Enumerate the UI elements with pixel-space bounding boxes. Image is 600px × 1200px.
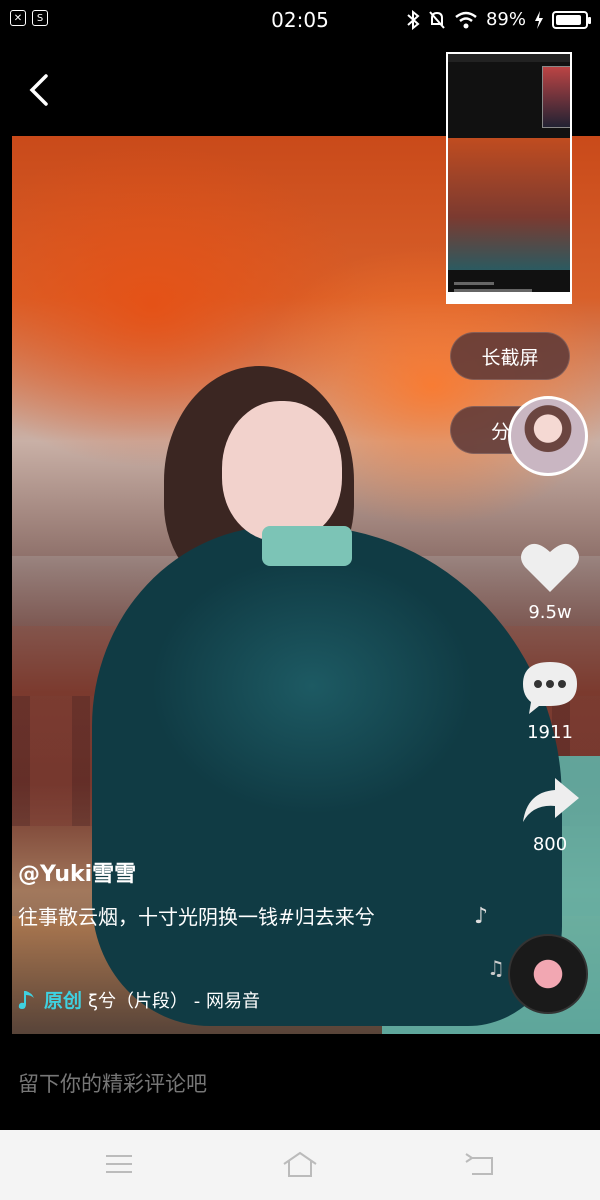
share-arrow-icon xyxy=(523,778,579,822)
comment-button[interactable]: 1911 xyxy=(512,660,588,743)
video-description: 往事散云烟，十寸光阴换一钱#归去来兮 xyxy=(18,905,375,929)
thumb-image xyxy=(448,138,570,270)
floating-note-icon: ♪ xyxy=(474,904,489,929)
thumb-bottom xyxy=(448,292,570,302)
like-count: 9.5w xyxy=(528,602,572,623)
back-icon[interactable] xyxy=(462,1150,502,1180)
share-count: 800 xyxy=(532,834,568,855)
thumb-inner-preview xyxy=(542,66,570,128)
comment-count: 1911 xyxy=(527,722,573,743)
author-avatar[interactable] xyxy=(508,396,588,476)
music-title: ξ兮（片段） - 网易音 xyxy=(88,990,260,1012)
mute-icon xyxy=(429,10,445,29)
battery-icon xyxy=(552,10,591,29)
battery-percent: 89% xyxy=(485,9,526,30)
thumb-status xyxy=(448,54,570,62)
music-info[interactable]: 原创 ξ兮（片段） - 网易音 xyxy=(18,986,438,1013)
chevron-left-icon[interactable] xyxy=(26,72,54,108)
floating-note-icon-2: ♫ xyxy=(487,956,505,980)
music-disc[interactable] xyxy=(508,934,588,1014)
charging-icon xyxy=(535,10,543,29)
video-caption: @Yuki雪雪 往事散云烟，十寸光阴换一钱#归去来兮 xyxy=(18,856,448,932)
status-right-icons: 89% xyxy=(406,9,591,30)
long-screenshot-button[interactable]: 长截屏 xyxy=(450,332,570,380)
battery-fill xyxy=(556,14,581,25)
photo-face xyxy=(222,401,342,541)
status-bar: ✕ S 02:05 89% xyxy=(0,0,600,40)
like-button[interactable]: 9.5w xyxy=(512,540,588,623)
share-button[interactable]: 800 xyxy=(512,776,588,855)
bluetooth-icon xyxy=(407,9,420,30)
photo-collar xyxy=(262,526,352,566)
music-note-icon xyxy=(18,990,34,1009)
comment-bubble-icon xyxy=(523,662,577,714)
comment-input[interactable]: 留下你的精彩评论吧 xyxy=(18,1068,207,1098)
music-original-tag: 原创 xyxy=(44,990,83,1012)
wifi-icon xyxy=(455,11,477,28)
screenshot-thumbnail[interactable] xyxy=(446,52,572,304)
long-screenshot-label: 长截屏 xyxy=(481,346,539,369)
menu-icon[interactable] xyxy=(100,1150,140,1180)
navigation-bar xyxy=(0,1130,600,1200)
heart-icon xyxy=(521,543,579,592)
home-icon[interactable] xyxy=(280,1150,320,1180)
username[interactable]: @Yuki雪雪 xyxy=(18,856,448,888)
